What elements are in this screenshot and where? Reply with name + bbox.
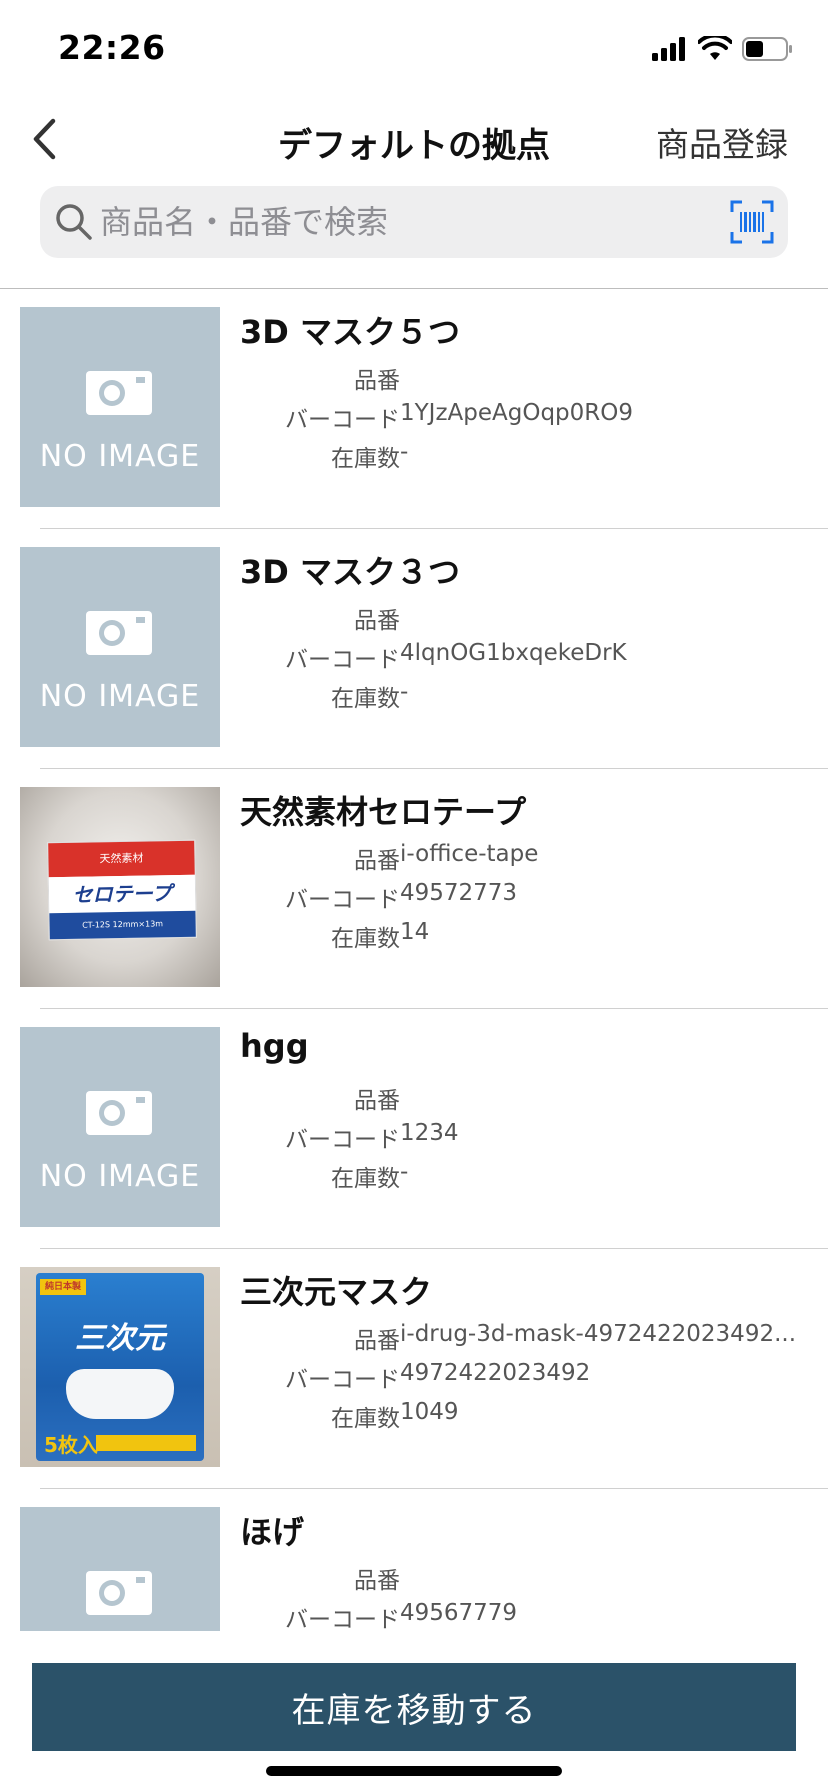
barcode-row: バーコード 1234 (240, 1120, 800, 1153)
status-bar: 22:26 (0, 0, 828, 100)
barcode-row: バーコード 49572773 (240, 880, 800, 913)
barcode-label: バーコード (285, 887, 400, 913)
barcode-value: 49567779 (400, 1600, 518, 1626)
mask-package-title: 三次元 (75, 1321, 165, 1356)
part-number-label: 品番 (354, 1568, 400, 1594)
product-thumbnail-placeholder: NO IMAGE (20, 547, 220, 747)
part-number-row: 品番 (240, 1081, 800, 1114)
product-row[interactable]: ほげ 品番 バーコード 49567779 (0, 1489, 828, 1631)
product-row[interactable]: 純日本製 三次元 5枚入 三次元マスク 品番 i-drug-3d-mask-49… (0, 1249, 828, 1489)
search-bar (40, 186, 788, 258)
barcode-label: バーコード (285, 1367, 400, 1393)
status-icons (652, 36, 794, 62)
barcode-row: バーコード 4lqnOG1bxqekeDrK (240, 640, 800, 673)
mask-package-badge: 純日本製 (40, 1279, 86, 1295)
camera-icon (86, 611, 152, 655)
search-input[interactable] (100, 186, 700, 258)
barcode-row: バーコード 1YJzApeAgOqp0RO9 (240, 400, 800, 433)
status-time: 22:26 (58, 28, 166, 67)
search-icon (56, 204, 92, 240)
part-number-row: 品番 (240, 361, 800, 394)
home-indicator (266, 1766, 562, 1776)
product-name: 3D マスク５つ (240, 313, 460, 351)
navigation-bar: デフォルトの拠点 商品登録 (0, 100, 828, 182)
tape-package-brand: セロテープ (48, 874, 196, 914)
product-thumbnail-placeholder (20, 1507, 220, 1631)
product-row[interactable]: NO IMAGE 3D マスク５つ 品番 バーコード 1YJzApeAgOqp0… (0, 289, 828, 529)
barcode-value: 4lqnOG1bxqekeDrK (400, 640, 627, 666)
stock-value: - (400, 679, 409, 705)
stock-label: 在庫数 (331, 446, 400, 472)
stock-value: - (400, 1159, 409, 1185)
part-number-row: 品番 i-office-tape (240, 841, 800, 874)
camera-icon (86, 1571, 152, 1615)
barcode-row: バーコード 4972422023492 (240, 1360, 800, 1393)
product-thumbnail-placeholder: NO IMAGE (20, 307, 220, 507)
barcode-row: バーコード 49567779 (240, 1600, 800, 1631)
stock-label: 在庫数 (331, 1166, 400, 1192)
product-row[interactable]: 天然素材 セロテープ CT-12S 12mm×13m 天然素材セロテープ 品番 … (0, 769, 828, 1009)
part-number-label: 品番 (354, 1328, 400, 1354)
stock-label: 在庫数 (331, 1406, 400, 1432)
product-row[interactable]: NO IMAGE hgg 品番 バーコード 1234 在庫数 - (0, 1009, 828, 1249)
part-number-row: 品番 (240, 601, 800, 634)
part-number-row: 品番 i-drug-3d-mask-4972422023492... (240, 1321, 800, 1354)
no-image-label: NO IMAGE (39, 679, 201, 714)
tape-package-top-text: 天然素材 (48, 840, 195, 878)
battery-icon (742, 37, 792, 61)
barcode-scan-icon[interactable] (730, 200, 774, 244)
part-number-label: 品番 (354, 368, 400, 394)
stock-value: - (400, 439, 409, 465)
tape-package-bottom-text: CT-12S 12mm×13m (49, 910, 196, 940)
part-number-label: 品番 (354, 848, 400, 874)
product-name: 三次元マスク (240, 1273, 433, 1311)
part-number-value: i-office-tape (400, 841, 539, 867)
stock-value: 14 (400, 919, 430, 945)
product-name: ほげ (240, 1513, 305, 1551)
no-image-label: NO IMAGE (39, 1159, 201, 1194)
product-list[interactable]: NO IMAGE 3D マスク５つ 品番 バーコード 1YJzApeAgOqp0… (0, 289, 828, 1631)
stock-row: 在庫数 - (240, 439, 800, 472)
barcode-value: 4972422023492 (400, 1360, 591, 1386)
mask-package: 純日本製 三次元 5枚入 (36, 1273, 204, 1461)
back-button[interactable] (20, 114, 70, 164)
barcode-label: バーコード (285, 407, 400, 433)
camera-icon (86, 371, 152, 415)
barcode-label: バーコード (285, 647, 400, 673)
stock-row: 在庫数 14 (240, 919, 800, 952)
stock-label: 在庫数 (331, 686, 400, 712)
stock-row: 在庫数 - (240, 679, 800, 712)
stock-row: 在庫数 1049 (240, 1399, 800, 1432)
barcode-label: バーコード (285, 1607, 400, 1631)
barcode-label: バーコード (285, 1127, 400, 1153)
register-product-button[interactable]: 商品登録 (656, 118, 788, 166)
part-number-label: 品番 (354, 1088, 400, 1114)
product-thumbnail-placeholder: NO IMAGE (20, 1027, 220, 1227)
no-image-label: NO IMAGE (39, 439, 201, 474)
barcode-value: 49572773 (400, 880, 518, 906)
move-stock-button[interactable]: 在庫を移動する (32, 1663, 796, 1751)
product-name: 3D マスク３つ (240, 553, 460, 591)
mask-package-band (96, 1435, 196, 1451)
mask-illustration (66, 1369, 174, 1419)
chevron-left-icon (33, 118, 56, 160)
cellular-signal-icon (652, 37, 685, 61)
camera-icon (86, 1091, 152, 1135)
part-number-row: 品番 (240, 1561, 800, 1594)
stock-value: 1049 (400, 1399, 459, 1425)
stock-row: 在庫数 - (240, 1159, 800, 1192)
product-photo-mask: 純日本製 三次元 5枚入 (20, 1267, 220, 1467)
wifi-icon (698, 36, 732, 60)
barcode-value: 1YJzApeAgOqp0RO9 (400, 400, 634, 426)
part-number-label: 品番 (354, 608, 400, 634)
barcode-value: 1234 (400, 1120, 459, 1146)
stock-label: 在庫数 (331, 926, 400, 952)
product-name: hgg (240, 1027, 309, 1065)
part-number-value: i-drug-3d-mask-4972422023492... (400, 1321, 797, 1347)
product-row[interactable]: NO IMAGE 3D マスク３つ 品番 バーコード 4lqnOG1bxqeke… (0, 529, 828, 769)
product-name: 天然素材セロテープ (240, 793, 527, 831)
mask-package-count: 5枚入 (44, 1433, 98, 1457)
product-photo-tape: 天然素材 セロテープ CT-12S 12mm×13m (20, 787, 220, 987)
tape-package: 天然素材 セロテープ CT-12S 12mm×13m (47, 839, 197, 941)
